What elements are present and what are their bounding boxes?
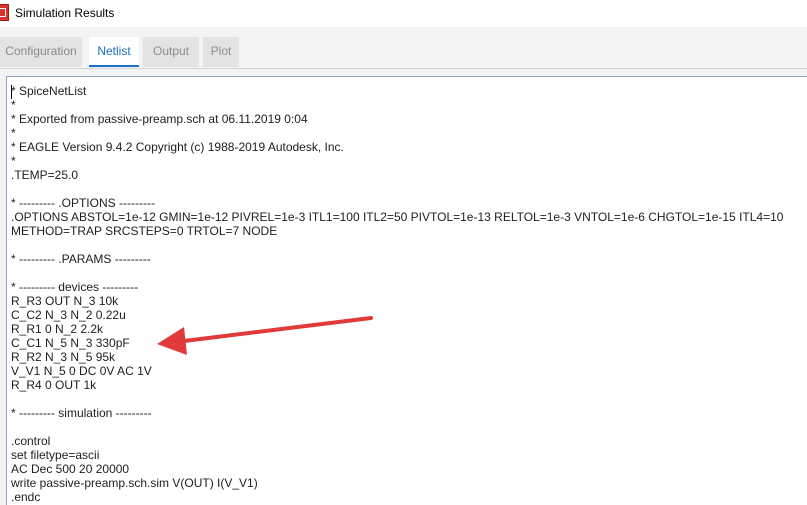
tab-output[interactable]: Output [143, 37, 199, 67]
netlist-line: V_V1 N_5 0 DC 0V AC 1V [11, 364, 152, 378]
netlist-line: R_R2 N_3 N_5 95k [11, 350, 116, 364]
netlist-line [11, 392, 783, 406]
netlist-line: .endc [11, 490, 41, 504]
netlist-line [11, 420, 783, 434]
tab-netlist[interactable]: Netlist [89, 37, 139, 67]
eagle-app-icon [0, 4, 9, 21]
netlist-line: * Exported from passive-preamp.sch at 06… [11, 112, 308, 126]
netlist-lines: * SpiceNetList * * Exported from passive-p… [11, 84, 783, 504]
netlist-line: R_R3 OUT N_3 10k [11, 294, 119, 308]
netlist-line: C_C2 N_3 N_2 0.22u [11, 308, 126, 322]
netlist-line: .control [11, 434, 51, 448]
netlist-line: * EAGLE Version 9.4.2 Copyright (c) 1988… [11, 140, 344, 154]
netlist-line: * [11, 154, 16, 168]
netlist-line: * --------- devices --------- [11, 280, 139, 294]
netlist-line: METHOD=TRAP SRCSTEPS=0 TRTOL=7 NODE [11, 224, 278, 238]
netlist-line: * --------- simulation --------- [11, 406, 152, 420]
netlist-text-area[interactable]: * SpiceNetList * * Exported from passive-p… [6, 76, 807, 505]
title-bar: Simulation Results [0, 0, 807, 27]
netlist-line [11, 182, 783, 196]
netlist-line: write passive-preamp.sch.sim V(OUT) I(V_… [11, 476, 258, 490]
netlist-panel: * SpiceNetList * * Exported from passive-p… [0, 69, 807, 505]
netlist-line: R_R4 0 OUT 1k [11, 378, 97, 392]
netlist-line: * [11, 126, 16, 140]
netlist-line: AC Dec 500 20 20000 [11, 462, 130, 476]
netlist-line: * --------- .PARAMS --------- [11, 252, 151, 266]
netlist-line: * SpiceNetList [11, 84, 87, 98]
netlist-line: .TEMP=25.0 [11, 168, 79, 182]
netlist-line: C_C1 N_5 N_3 330pF [11, 336, 130, 350]
tab-configuration[interactable]: Configuration [0, 37, 82, 67]
netlist-line: set filetype=ascii [11, 448, 100, 462]
netlist-line: .OPTIONS ABSTOL=1e-12 GMIN=1e-12 PIVREL=… [11, 210, 784, 224]
netlist-line: R_R1 0 N_2 2.2k [11, 322, 104, 336]
window-title: Simulation Results [15, 6, 115, 20]
netlist-line [11, 238, 783, 252]
tab-bar: Configuration Netlist Output Plot [0, 27, 807, 69]
netlist-line: * --------- .OPTIONS --------- [11, 196, 155, 210]
netlist-line: * [11, 98, 16, 112]
netlist-line [11, 266, 783, 280]
tab-plot[interactable]: Plot [203, 37, 239, 67]
